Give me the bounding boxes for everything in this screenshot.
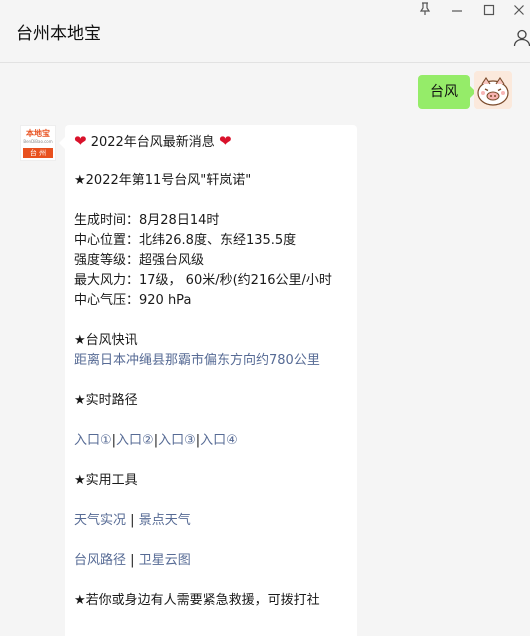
detail-intensity: 强度等级：超强台风级 [74,253,205,268]
typhoon-path-link[interactable]: 台风路径 [74,553,126,568]
heart-icon: ❤ [74,132,87,150]
detail-center-position: 中心位置：北纬26.8度、东经135.5度 [74,233,297,248]
bendibao-logo-url: BenDiBao.com [23,139,53,144]
detail-max-wind: 最大风力：17级， 60米/秒(约216公里/小时 [74,273,332,288]
title-bar: 台州本地宝 [0,0,530,63]
maximize-icon[interactable] [478,2,500,24]
received-message-bubble[interactable]: ❤ 2022年台风最新消息 ❤ ★2022年第11号台风"轩岚诺" 生成时间：8… [59,125,357,636]
chat-title: 台州本地宝 [16,24,101,44]
news-link[interactable]: 距离日本冲绳县那霸市偏东方向约780公里 [74,353,320,368]
rescue-text: ★若你或身边有人需要紧急救援，可拨打社 [74,593,320,608]
tools-row-2: 台风路径 | 卫星云图 [74,551,349,571]
path-link-1[interactable]: 入口① [74,433,112,448]
message-title-line: ❤ 2022年台风最新消息 ❤ [74,131,349,151]
pin-icon[interactable] [414,2,436,24]
close-icon[interactable] [508,2,530,24]
detail-center-pressure: 中心气压：920 hPa [74,293,192,308]
tools-row-1: 天气实况 | 景点天气 [74,511,349,531]
typhoon-name: ★2022年第11号台风"轩岚诺" [74,173,252,188]
path-link-3[interactable]: 入口③ [158,433,196,448]
detail-formation-time: 生成时间：8月28日14时 [74,213,220,228]
bendibao-avatar[interactable]: 本地宝 BenDiBao.com 台 州 [20,125,56,161]
bendibao-logo-city: 台 州 [23,148,53,158]
tools-header: ★实用工具 [74,473,138,488]
pig-avatar-icon [474,71,512,109]
path-header: ★实时路径 [74,393,138,408]
bendibao-logo-text: 本地宝 [26,128,50,138]
message-title: 2022年台风最新消息 [90,135,215,150]
weather-live-link[interactable]: 天气实况 [74,513,126,528]
sent-message-bubble[interactable]: 台风 [418,75,476,109]
path-link-4[interactable]: 入口④ [200,433,238,448]
satellite-cloud-link[interactable]: 卫星云图 [139,553,191,568]
divider: | [130,513,135,528]
minimize-icon[interactable] [446,2,468,24]
news-header: ★台风快讯 [74,333,138,348]
sent-message-text: 台风 [430,84,458,100]
user-profile-icon[interactable] [512,28,530,48]
path-link-2[interactable]: 入口② [116,433,154,448]
divider: | [130,553,135,568]
scenic-weather-link[interactable]: 景点天气 [139,513,191,528]
heart-icon: ❤ [218,132,232,150]
path-links-row: 入口①|入口②|入口③|入口④ [74,431,349,451]
message-list[interactable]: 台风 本地宝 BenDiBao.com 台 州 ❤ 2022年台风最新消息 ❤ … [0,63,530,636]
user-avatar[interactable] [474,71,512,109]
